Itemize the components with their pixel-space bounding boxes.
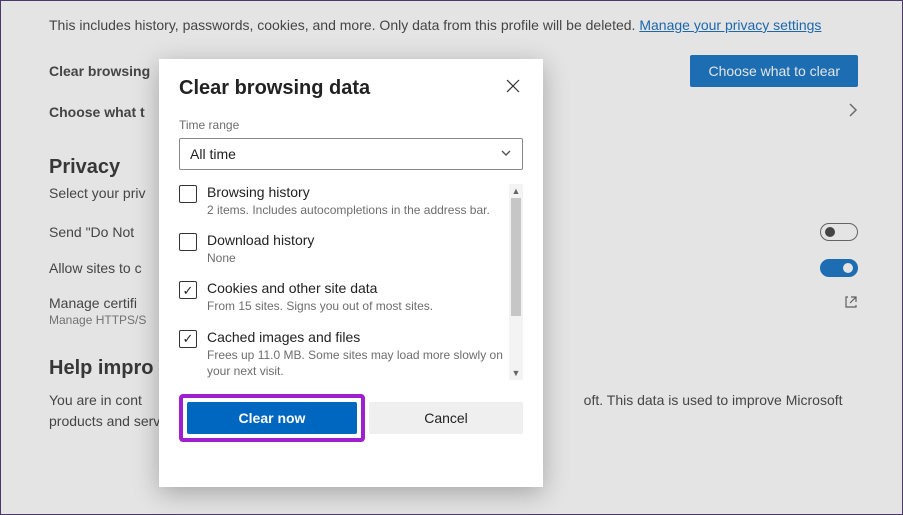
dialog-header: Clear browsing data (179, 77, 523, 100)
scrollbar[interactable]: ▲ ▼ (509, 184, 523, 380)
cache-label: Cached images and files (207, 329, 507, 345)
choose-close-label: Choose what t (49, 104, 145, 120)
privacy-settings-link[interactable]: Manage your privacy settings (639, 17, 821, 33)
cancel-button[interactable]: Cancel (369, 402, 523, 434)
settings-page: This includes history, passwords, cookie… (0, 0, 903, 515)
time-range-dropdown[interactable]: All time (179, 138, 523, 170)
browsing-history-desc: 2 items. Includes autocompletions in the… (207, 202, 507, 218)
cookies-checkbox[interactable] (179, 281, 197, 299)
cookies-texts: Cookies and other site data From 15 site… (207, 280, 507, 314)
cache-checkbox[interactable] (179, 330, 197, 348)
allow-sites-label: Allow sites to c (49, 260, 142, 276)
external-link-icon (844, 295, 858, 312)
cookies-desc: From 15 sites. Signs you out of most sit… (207, 298, 507, 314)
download-history-item: Download history None (179, 232, 507, 266)
cache-desc: Frees up 11.0 MB. Some sites may load mo… (207, 347, 507, 379)
cache-texts: Cached images and files Frees up 11.0 MB… (207, 329, 507, 379)
certificates-sub: Manage HTTPS/S (49, 313, 146, 327)
browsing-history-item: Browsing history 2 items. Includes autoc… (179, 184, 507, 218)
clear-browsing-data-dialog: Clear browsing data Time range All time … (159, 59, 543, 487)
choose-clear-button[interactable]: Choose what to clear (690, 55, 858, 87)
certificates-label: Manage certifi (49, 295, 146, 311)
dnt-label: Send "Do Not (49, 224, 134, 240)
close-icon (506, 79, 520, 96)
time-range-label: Time range (179, 118, 523, 132)
time-range-value: All time (190, 146, 236, 162)
download-history-desc: None (207, 250, 507, 266)
clear-now-button[interactable]: Clear now (187, 402, 357, 434)
allow-sites-toggle[interactable] (820, 259, 858, 277)
clear-browsing-label: Clear browsing (49, 63, 150, 79)
chevron-right-icon (848, 101, 858, 122)
scroll-thumb[interactable] (511, 198, 521, 316)
scroll-up-icon[interactable]: ▲ (509, 184, 523, 198)
cache-item: Cached images and files Frees up 11.0 MB… (179, 329, 507, 379)
browsing-history-label: Browsing history (207, 184, 507, 200)
close-button[interactable] (503, 77, 523, 97)
download-history-texts: Download history None (207, 232, 507, 266)
certificates-text-group: Manage certifi Manage HTTPS/S (49, 295, 146, 327)
dialog-title: Clear browsing data (179, 77, 370, 100)
intro-prefix: This includes history, passwords, cookie… (49, 17, 639, 33)
browsing-history-checkbox[interactable] (179, 185, 197, 203)
cookies-label: Cookies and other site data (207, 280, 507, 296)
download-history-label: Download history (207, 232, 507, 248)
improve-prefix: You are in cont (49, 392, 142, 408)
browsing-history-texts: Browsing history 2 items. Includes autoc… (207, 184, 507, 218)
chevron-down-icon (500, 146, 512, 162)
highlight-annotation: Clear now (179, 394, 365, 442)
intro-text: This includes history, passwords, cookie… (49, 17, 858, 33)
download-history-checkbox[interactable] (179, 233, 197, 251)
cookies-item: Cookies and other site data From 15 site… (179, 280, 507, 314)
scroll-down-icon[interactable]: ▼ (509, 366, 523, 380)
dnt-toggle[interactable] (820, 223, 858, 241)
dialog-button-row: Clear now Cancel (179, 394, 523, 442)
data-types-list: Browsing history 2 items. Includes autoc… (179, 184, 523, 380)
